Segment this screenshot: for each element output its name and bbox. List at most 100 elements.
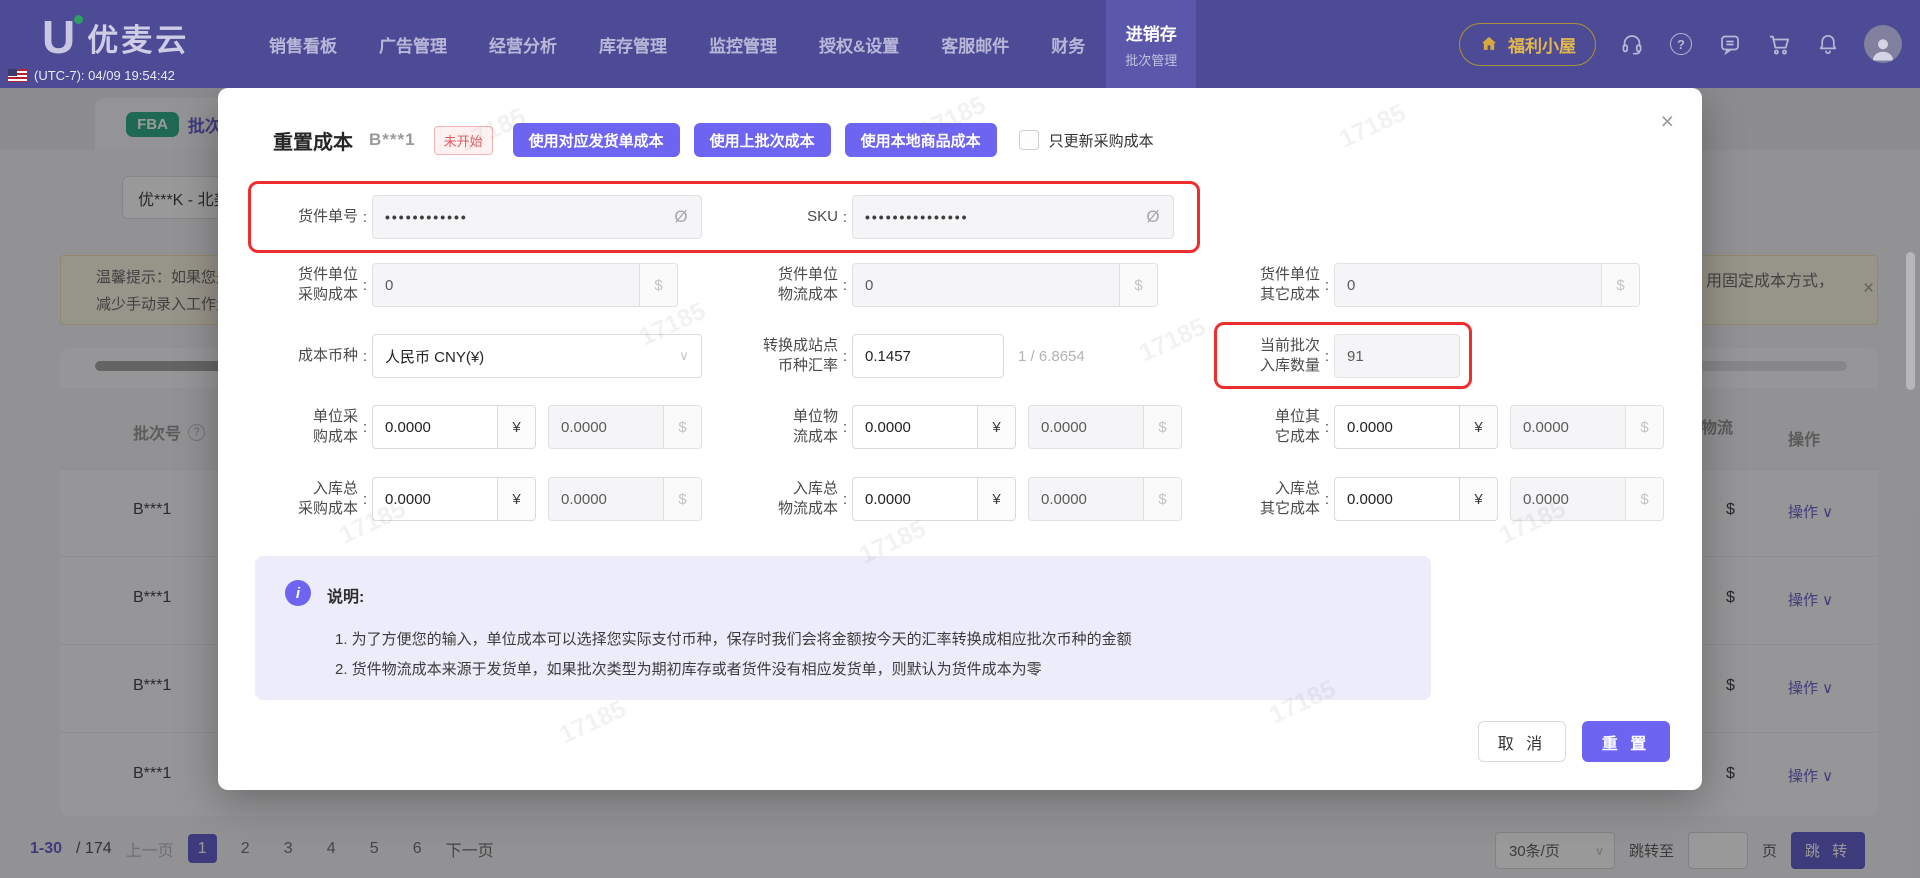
total-purchase-cost-group: 入库总采购成本 : ¥ $ <box>246 477 702 521</box>
nav-item-inventory[interactable]: 库存管理 <box>578 0 688 88</box>
field-label: 单位其它成本 <box>1208 407 1320 447</box>
total-logistics-cost-cny-input[interactable] <box>853 491 977 508</box>
eye-invisible-icon[interactable]: Ø <box>1133 207 1173 227</box>
watermark-text: 17185 <box>1135 313 1210 369</box>
field-label: 入库总物流成本 <box>726 479 838 519</box>
cny-input-box: ¥ <box>852 405 1016 449</box>
unit-purchase-cost-usd-input <box>549 419 663 436</box>
cny-suffix: ¥ <box>1459 478 1497 520</box>
use-shipment-order-cost-button[interactable]: 使用对应发货单成本 <box>513 123 680 157</box>
total-purchase-cost-cny-input[interactable] <box>373 491 497 508</box>
modal-close-icon[interactable]: × <box>1661 110 1674 133</box>
cny-suffix: ¥ <box>1459 406 1497 448</box>
welfare-label: 福利小屋 <box>1508 32 1576 57</box>
unit-logistics-cost-usd-input <box>1029 419 1143 436</box>
usd-suffix: $ <box>663 478 701 520</box>
exchange-rate-hint: 1 / 6.8654 <box>1018 348 1085 365</box>
usd-suffix: $ <box>1143 478 1181 520</box>
headset-icon[interactable] <box>1619 31 1645 57</box>
modal-batch-number: B***1 <box>369 130 416 150</box>
usd-input-box: $ <box>548 405 702 449</box>
only-update-purchase-cost-checkbox[interactable] <box>1019 130 1039 150</box>
nav-item-cs-mail[interactable]: 客服邮件 <box>920 0 1030 88</box>
cny-suffix: ¥ <box>977 478 1015 520</box>
usd-input-box: $ <box>1510 477 1664 521</box>
bell-icon[interactable] <box>1815 31 1841 57</box>
unit-other-cost-cny-input[interactable] <box>1335 419 1459 436</box>
sku-label: SKU <box>726 207 838 227</box>
shipment-unit-other-cost-group: 货件单位其它成本 : $ <box>1208 263 1640 307</box>
modal-title: 重置成本 <box>273 126 353 155</box>
current-batch-qty-label: 当前批次入库数量 <box>1208 336 1320 376</box>
usd-suffix: $ <box>1625 406 1663 448</box>
usd-suffix: $ <box>1119 264 1157 306</box>
help-icon[interactable]: ? <box>1668 31 1694 57</box>
note-title: 说明: <box>327 583 364 607</box>
message-icon[interactable] <box>1717 31 1743 57</box>
cny-input-box: ¥ <box>372 405 536 449</box>
shipment-unit-other-cost-input <box>1335 277 1601 294</box>
logo-green-dot <box>74 15 83 24</box>
cancel-button[interactable]: 取 消 <box>1478 721 1566 762</box>
field-label: 入库总其它成本 <box>1208 479 1320 519</box>
cart-icon[interactable] <box>1766 31 1792 57</box>
usd-suffix: $ <box>1601 264 1639 306</box>
unit-purchase-cost-cny-input[interactable] <box>373 419 497 436</box>
navbar-right-cluster: 福利小屋 ? <box>1459 0 1902 88</box>
info-icon: i <box>285 580 311 606</box>
field-label: 货件单位物流成本 <box>726 265 838 305</box>
cost-currency-value: 人民币 CNY(¥) <box>373 346 667 367</box>
nav-item-psi-sub-label: 批次管理 <box>1125 50 1177 69</box>
unit-logistics-cost-cny-input[interactable] <box>853 419 977 436</box>
exchange-rate-label: 转换成站点币种汇率 <box>726 336 838 376</box>
vertical-scrollbar-thumb[interactable] <box>1906 252 1915 390</box>
cost-currency-group: 成本币种 : 人民币 CNY(¥) ∨ <box>246 334 702 378</box>
nav-item-psi-active[interactable]: 进销存 批次管理 <box>1106 0 1196 88</box>
use-local-product-cost-button[interactable]: 使用本地商品成本 <box>845 123 997 157</box>
clock-text: (UTC-7): 04/09 19:54:42 <box>34 68 175 83</box>
field-label: 单位采购成本 <box>246 407 358 447</box>
nav-item-finance[interactable]: 财务 <box>1030 0 1106 88</box>
total-logistics-cost-usd-input <box>1029 491 1143 508</box>
cost-currency-select[interactable]: 人民币 CNY(¥) ∨ <box>372 334 702 378</box>
total-other-cost-cny-input[interactable] <box>1335 491 1459 508</box>
field-label: 货件单位采购成本 <box>246 265 358 305</box>
modal-header: 重置成本 B***1 未开始 使用对应发货单成本 使用上批次成本 使用本地商品成… <box>273 120 1154 160</box>
exchange-rate-input[interactable] <box>853 348 1003 365</box>
shipment-number-field-group: 货件单号 : Ø <box>246 195 702 239</box>
nav-item-auth-settings[interactable]: 授权&设置 <box>798 0 920 88</box>
reset-button[interactable]: 重 置 <box>1582 721 1670 762</box>
brand-logo[interactable]: U 优麦云 <box>42 14 189 60</box>
usd-input-box: $ <box>1028 405 1182 449</box>
eye-invisible-icon[interactable]: Ø <box>661 207 701 227</box>
shipment-unit-logistics-cost-input <box>853 277 1119 294</box>
modal-footer: 取 消 重 置 <box>1478 721 1670 762</box>
usd-suffix: $ <box>639 264 677 306</box>
nav-item-analytics[interactable]: 经营分析 <box>468 0 578 88</box>
use-previous-batch-cost-button[interactable]: 使用上批次成本 <box>694 123 831 157</box>
cny-suffix: ¥ <box>977 406 1015 448</box>
chevron-down-icon: ∨ <box>667 348 701 364</box>
watermark-text: 17185 <box>555 695 630 751</box>
unit-purchase-cost-group: 单位采购成本 : ¥ $ <box>246 405 702 449</box>
nav-item-monitor[interactable]: 监控管理 <box>688 0 798 88</box>
nav-item-ads[interactable]: 广告管理 <box>358 0 468 88</box>
sku-field-group: SKU : Ø <box>726 195 1174 239</box>
user-avatar[interactable] <box>1864 25 1902 63</box>
shipment-unit-purchase-cost-group: 货件单位采购成本 : $ <box>246 263 678 307</box>
current-batch-qty-input-box <box>1334 334 1460 378</box>
usd-suffix: $ <box>1625 478 1663 520</box>
field-label: 单位物流成本 <box>726 407 838 447</box>
main-nav: 销售看板 广告管理 经营分析 库存管理 监控管理 授权&设置 客服邮件 财务 进… <box>248 0 1196 88</box>
cost-currency-label: 成本币种 <box>246 346 358 366</box>
disabled-usd-input-box: $ <box>1334 263 1640 307</box>
welfare-house-button[interactable]: 福利小屋 <box>1459 23 1596 66</box>
brand-name: 优麦云 <box>87 15 189 60</box>
cny-input-box: ¥ <box>1334 477 1498 521</box>
checkbox-label: 只更新采购成本 <box>1049 130 1154 151</box>
nav-item-psi-label: 进销存 <box>1126 20 1177 45</box>
info-note-box: i 说明: 1. 为了方便您的输入，单位成本可以选择您实际支付币种，保存时我们会… <box>255 556 1431 700</box>
nav-item-sales-board[interactable]: 销售看板 <box>248 0 358 88</box>
unit-other-cost-group: 单位其它成本 : ¥ $ <box>1208 405 1664 449</box>
timezone-clock: (UTC-7): 04/09 19:54:42 <box>8 68 175 83</box>
